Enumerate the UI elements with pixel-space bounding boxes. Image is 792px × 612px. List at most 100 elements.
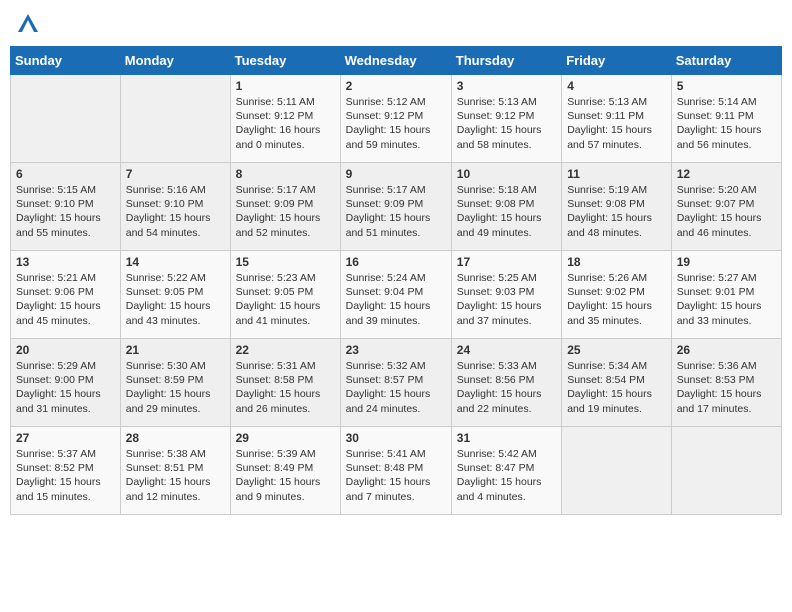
day-info: Sunrise: 5:33 AMSunset: 8:56 PMDaylight:… [457,359,556,416]
day-number: 14 [126,255,225,269]
header-friday: Friday [562,47,672,75]
day-number: 25 [567,343,666,357]
day-info: Sunrise: 5:38 AMSunset: 8:51 PMDaylight:… [126,447,225,504]
calendar-cell: 11 Sunrise: 5:19 AMSunset: 9:08 PMDayligh… [562,163,672,251]
day-number: 20 [16,343,115,357]
calendar-week-row: 1Sunrise: 5:11 AMSunset: 9:12 PMDaylight… [11,75,782,163]
day-info: Sunrise: 5:14 AMSunset: 9:11 PMDaylight:… [677,95,776,152]
day-info: Sunrise: 5:23 AMSunset: 9:05 PMDaylight:… [236,271,335,328]
day-number: 28 [126,431,225,445]
day-number: 16 [346,255,446,269]
day-number: 26 [677,343,776,357]
logo-icon [14,10,42,38]
day-number: 11 [567,167,666,181]
day-number: 15 [236,255,335,269]
calendar-cell: 6 Sunrise: 5:15 AMSunset: 9:10 PMDaylight… [11,163,121,251]
calendar-cell: 18 Sunrise: 5:26 AMSunset: 9:02 PMDayligh… [562,251,672,339]
calendar-cell: 23Sunrise: 5:32 AMSunset: 8:57 PMDayligh… [340,339,451,427]
day-number: 22 [236,343,335,357]
day-number: 24 [457,343,556,357]
page-header [10,10,782,38]
day-info: Sunrise: 5:25 AMSunset: 9:03 PMDaylight:… [457,271,556,328]
calendar-cell: 3 Sunrise: 5:13 AMSunset: 9:12 PMDaylight… [451,75,561,163]
day-info: Sunrise: 5:26 AMSunset: 9:02 PMDaylight:… [567,271,666,328]
day-number: 29 [236,431,335,445]
day-info: Sunrise: 5:12 AMSunset: 9:12 PMDaylight:… [346,95,446,152]
day-info: Sunrise: 5:19 AMSunset: 9:08 PMDaylight:… [567,183,666,240]
day-number: 9 [346,167,446,181]
calendar-cell: 22 Sunrise: 5:31 AMSunset: 8:58 PMDayligh… [230,339,340,427]
day-number: 3 [457,79,556,93]
calendar-cell: 29 Sunrise: 5:39 AMSunset: 8:49 PMDayligh… [230,427,340,515]
calendar-cell: 25 Sunrise: 5:34 AMSunset: 8:54 PMDayligh… [562,339,672,427]
day-info: Sunrise: 5:29 AMSunset: 9:00 PMDaylight:… [16,359,115,416]
day-info: Sunrise: 5:20 AMSunset: 9:07 PMDaylight:… [677,183,776,240]
day-info: Sunrise: 5:39 AMSunset: 8:49 PMDaylight:… [236,447,335,504]
calendar-cell: 10 Sunrise: 5:18 AMSunset: 9:08 PMDayligh… [451,163,561,251]
day-number: 27 [16,431,115,445]
calendar-cell: 4 Sunrise: 5:13 AMSunset: 9:11 PMDaylight… [562,75,672,163]
header-wednesday: Wednesday [340,47,451,75]
calendar-cell: 7 Sunrise: 5:16 AMSunset: 9:10 PMDaylight… [120,163,230,251]
day-number: 31 [457,431,556,445]
day-info: Sunrise: 5:30 AMSunset: 8:59 PMDaylight:… [126,359,225,416]
day-number: 10 [457,167,556,181]
calendar-cell: 8 Sunrise: 5:17 AMSunset: 9:09 PMDaylight… [230,163,340,251]
day-info: Sunrise: 5:13 AMSunset: 9:11 PMDaylight:… [567,95,666,152]
calendar-cell: 28 Sunrise: 5:38 AMSunset: 8:51 PMDayligh… [120,427,230,515]
day-info: Sunrise: 5:42 AMSunset: 8:47 PMDaylight:… [457,447,556,504]
calendar-table: SundayMondayTuesdayWednesdayThursdayFrid… [10,46,782,515]
calendar-week-row: 27 Sunrise: 5:37 AMSunset: 8:52 PMDayligh… [11,427,782,515]
header-saturday: Saturday [671,47,781,75]
calendar-cell [120,75,230,163]
calendar-cell: 31 Sunrise: 5:42 AMSunset: 8:47 PMDayligh… [451,427,561,515]
calendar-week-row: 13Sunrise: 5:21 AMSunset: 9:06 PMDayligh… [11,251,782,339]
day-info: Sunrise: 5:36 AMSunset: 8:53 PMDaylight:… [677,359,776,416]
day-info: Sunrise: 5:34 AMSunset: 8:54 PMDaylight:… [567,359,666,416]
day-info: Sunrise: 5:15 AMSunset: 9:10 PMDaylight:… [16,183,115,240]
calendar-cell: 19 Sunrise: 5:27 AMSunset: 9:01 PMDayligh… [671,251,781,339]
day-number: 12 [677,167,776,181]
day-number: 4 [567,79,666,93]
day-number: 8 [236,167,335,181]
calendar-cell: 13Sunrise: 5:21 AMSunset: 9:06 PMDayligh… [11,251,121,339]
calendar-cell [11,75,121,163]
day-number: 18 [567,255,666,269]
day-number: 17 [457,255,556,269]
calendar-cell: 15 Sunrise: 5:23 AMSunset: 9:05 PMDayligh… [230,251,340,339]
calendar-cell: 27 Sunrise: 5:37 AMSunset: 8:52 PMDayligh… [11,427,121,515]
calendar-cell [562,427,672,515]
day-info: Sunrise: 5:37 AMSunset: 8:52 PMDaylight:… [16,447,115,504]
calendar-cell: 30 Sunrise: 5:41 AMSunset: 8:48 PMDayligh… [340,427,451,515]
day-info: Sunrise: 5:31 AMSunset: 8:58 PMDaylight:… [236,359,335,416]
day-number: 7 [126,167,225,181]
day-info: Sunrise: 5:32 AMSunset: 8:57 PMDaylight:… [346,359,446,416]
day-info: Sunrise: 5:17 AMSunset: 9:09 PMDaylight:… [236,183,335,240]
day-info: Sunrise: 5:18 AMSunset: 9:08 PMDaylight:… [457,183,556,240]
day-info: Sunrise: 5:22 AMSunset: 9:05 PMDaylight:… [126,271,225,328]
header-thursday: Thursday [451,47,561,75]
day-number: 2 [346,79,446,93]
day-number: 1 [236,79,335,93]
calendar-cell: 20 Sunrise: 5:29 AMSunset: 9:00 PMDayligh… [11,339,121,427]
day-number: 30 [346,431,446,445]
calendar-cell: 17 Sunrise: 5:25 AMSunset: 9:03 PMDayligh… [451,251,561,339]
day-info: Sunrise: 5:41 AMSunset: 8:48 PMDaylight:… [346,447,446,504]
calendar-header: SundayMondayTuesdayWednesdayThursdayFrid… [11,47,782,75]
calendar-cell [671,427,781,515]
day-info: Sunrise: 5:24 AMSunset: 9:04 PMDaylight:… [346,271,446,328]
calendar-cell: 24 Sunrise: 5:33 AMSunset: 8:56 PMDayligh… [451,339,561,427]
day-info: Sunrise: 5:13 AMSunset: 9:12 PMDaylight:… [457,95,556,152]
header-row: SundayMondayTuesdayWednesdayThursdayFrid… [11,47,782,75]
calendar-cell: 5Sunrise: 5:14 AMSunset: 9:11 PMDaylight… [671,75,781,163]
calendar-cell: 21 Sunrise: 5:30 AMSunset: 8:59 PMDayligh… [120,339,230,427]
calendar-cell: 9Sunrise: 5:17 AMSunset: 9:09 PMDaylight… [340,163,451,251]
day-number: 19 [677,255,776,269]
calendar-cell: 16 Sunrise: 5:24 AMSunset: 9:04 PMDayligh… [340,251,451,339]
calendar-cell: 26 Sunrise: 5:36 AMSunset: 8:53 PMDayligh… [671,339,781,427]
day-info: Sunrise: 5:27 AMSunset: 9:01 PMDaylight:… [677,271,776,328]
day-number: 21 [126,343,225,357]
day-info: Sunrise: 5:16 AMSunset: 9:10 PMDaylight:… [126,183,225,240]
day-number: 6 [16,167,115,181]
day-info: Sunrise: 5:21 AMSunset: 9:06 PMDaylight:… [16,271,115,328]
